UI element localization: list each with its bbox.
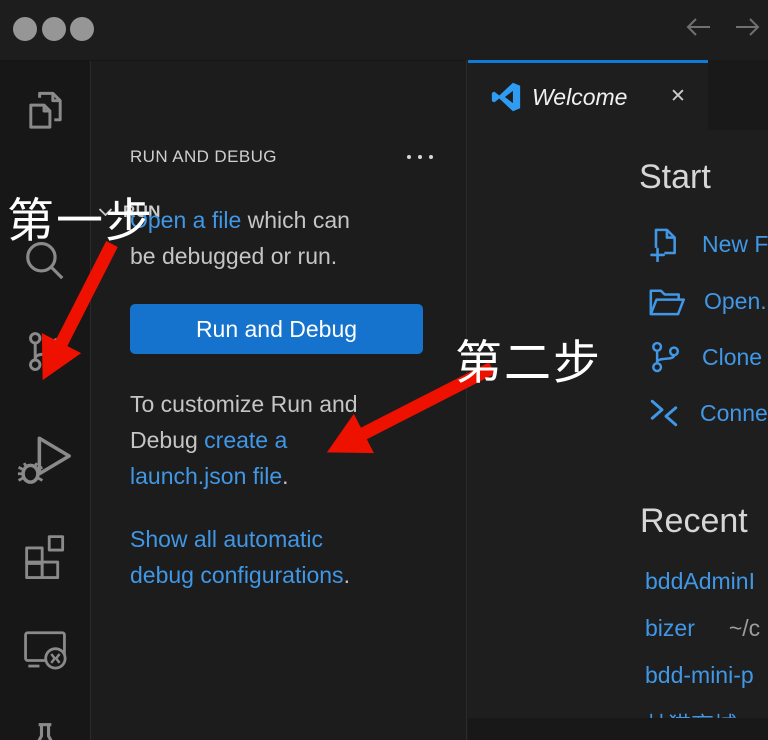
tab-welcome[interactable]: Welcome ✕ xyxy=(468,60,708,130)
show-all-configs: Show all automatic debug configurations. xyxy=(130,521,440,593)
recent-heading: Recent xyxy=(640,502,748,541)
create-launch-json-link[interactable]: create a xyxy=(204,427,287,453)
traffic-light-minimize[interactable] xyxy=(42,17,66,41)
open-file-hint: Open a file which can be debugged or run… xyxy=(130,202,440,274)
start-item-clone[interactable]: Clone xyxy=(647,337,762,377)
start-item-connect[interactable]: Conne xyxy=(647,393,768,433)
title-bar xyxy=(0,0,768,61)
open-folder-icon xyxy=(647,285,685,318)
debug-configurations-link[interactable]: debug configurations xyxy=(130,562,344,588)
traffic-light-maximize[interactable] xyxy=(70,17,94,41)
close-icon[interactable]: ✕ xyxy=(670,85,686,108)
start-item-new-file[interactable]: New F xyxy=(647,224,768,264)
editor-bottom-edge xyxy=(468,718,768,740)
editor-area: Welcome ✕ Start New F Open. xyxy=(466,60,768,740)
vscode-window: RUN AND DEBUG RUN Open a file which can … xyxy=(0,0,768,740)
tab-title: Welcome xyxy=(532,84,627,111)
activity-bar-item-run-debug[interactable] xyxy=(0,425,90,487)
activity-bar-item-remote-explorer[interactable] xyxy=(0,622,90,674)
nav-forward-icon[interactable] xyxy=(733,15,763,39)
start-heading: Start xyxy=(639,158,711,197)
connect-icon xyxy=(647,396,681,430)
customize-hint: To customize Run and Debug create a laun… xyxy=(130,386,440,494)
beaker-icon xyxy=(21,719,69,740)
extensions-icon xyxy=(21,531,69,579)
nav-back-icon[interactable] xyxy=(683,15,713,39)
activity-bar xyxy=(0,61,91,740)
activity-bar-item-source-control[interactable] xyxy=(0,325,90,377)
more-actions-icon[interactable] xyxy=(407,155,433,159)
debug-icon xyxy=(16,427,74,485)
remote-icon xyxy=(20,623,70,673)
activity-bar-item-extensions[interactable] xyxy=(0,529,90,581)
chevron-down-icon xyxy=(98,207,113,217)
traffic-light-close[interactable] xyxy=(13,17,37,41)
vscode-logo-icon xyxy=(490,81,522,113)
tab-bar: Welcome ✕ xyxy=(468,60,768,130)
welcome-page: Start New F Open. xyxy=(468,130,768,718)
activity-bar-item-explorer[interactable] xyxy=(0,83,90,135)
new-file-icon xyxy=(647,226,683,262)
show-all-automatic-link[interactable]: Show all automatic xyxy=(130,526,323,552)
recent-item[interactable]: bddAdminI xyxy=(645,568,755,598)
activity-bar-item-search[interactable] xyxy=(0,237,90,289)
open-a-file-link[interactable]: Open a file xyxy=(130,207,241,233)
recent-item[interactable]: 林猫商城 xyxy=(645,706,737,718)
git-clone-icon xyxy=(647,337,683,377)
recent-item[interactable]: bizer~/c xyxy=(645,615,760,645)
start-item-open[interactable]: Open. xyxy=(647,281,767,321)
files-icon xyxy=(22,86,69,133)
git-branch-icon xyxy=(22,328,69,375)
recent-item[interactable]: bdd-mini-p xyxy=(645,662,754,692)
activity-bar-item-testing[interactable] xyxy=(0,717,90,740)
run-and-debug-panel: RUN AND DEBUG RUN Open a file which can … xyxy=(91,61,466,740)
search-icon xyxy=(22,240,68,286)
launch-json-file-link[interactable]: launch.json file xyxy=(130,463,282,489)
run-and-debug-button[interactable]: Run and Debug xyxy=(130,304,423,354)
recent-item-path: ~/c xyxy=(729,615,760,641)
panel-title: RUN AND DEBUG xyxy=(130,147,277,167)
